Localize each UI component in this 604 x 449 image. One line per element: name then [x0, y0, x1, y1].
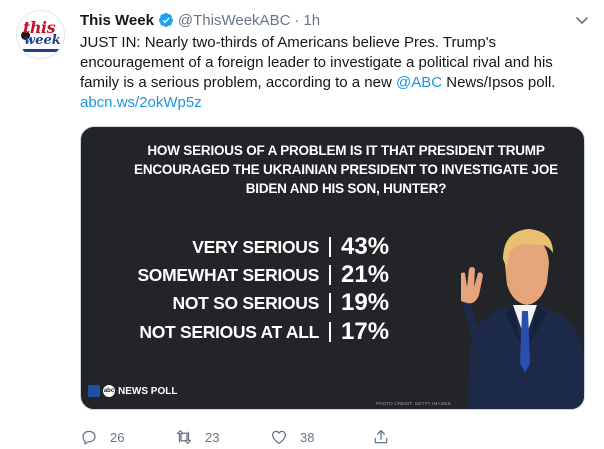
ipsos-logo-icon	[88, 385, 100, 397]
share-icon	[374, 429, 388, 444]
retweet-icon	[176, 429, 192, 445]
timestamp[interactable]: 1h	[303, 12, 320, 29]
url-link[interactable]: abcn.ws/2okWp5z	[80, 94, 202, 111]
poll-row: SOMEWHAT SERIOUS 21%	[137, 261, 401, 289]
verified-badge-icon	[158, 12, 173, 28]
photo-credit: PHOTO CREDIT: GETTY IMAGES	[376, 401, 451, 406]
poll-row-divider	[329, 293, 331, 313]
abc-logo-icon: abc	[103, 385, 115, 397]
tweet-actions: 26 23 38	[80, 428, 410, 446]
like-count: 38	[300, 429, 315, 445]
poll-row-divider	[329, 265, 331, 285]
reply-button[interactable]: 26	[80, 428, 124, 446]
display-name[interactable]: This Week	[80, 12, 154, 29]
poll-row: VERY SERIOUS 43%	[192, 233, 401, 261]
poll-row-label: VERY SERIOUS	[192, 236, 319, 257]
mention-link[interactable]: @ABC	[396, 74, 442, 91]
tweet-text: JUST IN: Nearly two-thirds of Americans …	[80, 33, 580, 113]
president-photo	[461, 229, 584, 409]
poll-row-label: NOT SERIOUS AT ALL	[139, 321, 319, 342]
avatar-stripe	[23, 49, 60, 52]
retweet-count: 23	[205, 429, 220, 445]
share-button[interactable]	[372, 428, 402, 446]
chevron-down-icon[interactable]	[574, 12, 590, 28]
news-poll-logo: abc NEWS POLL	[88, 385, 177, 397]
avatar-brand-bottom: week	[24, 33, 61, 48]
news-poll-label: NEWS POLL	[118, 385, 178, 397]
tweet-header: This Week @ThisWeekABC · 1h	[80, 10, 320, 30]
user-handle[interactable]: @ThisWeekABC	[178, 12, 290, 29]
poll-row-value: 21%	[341, 261, 390, 288]
like-button[interactable]: 38	[270, 428, 314, 446]
poll-row-divider	[329, 322, 331, 342]
poll-row-value: 19%	[341, 289, 390, 316]
poll-row-divider	[329, 237, 331, 257]
poll-row-label: SOMEWHAT SERIOUS	[137, 264, 319, 285]
reply-icon	[82, 430, 96, 445]
profile-avatar[interactable]: this week	[16, 10, 65, 59]
poll-row-value: 43%	[341, 233, 390, 260]
like-icon	[271, 430, 287, 445]
poll-question: How serious of a problem is it that Pres…	[134, 143, 558, 196]
poll-row: NOT SO SERIOUS 19%	[172, 289, 401, 317]
poll-row: NOT SERIOUS AT ALL 17%	[139, 318, 401, 346]
poll-row-label: NOT SO SERIOUS	[172, 292, 319, 313]
reply-count: 26	[110, 429, 125, 445]
poll-image-card[interactable]: How serious of a problem is it that Pres…	[80, 126, 585, 410]
retweet-button[interactable]: 23	[175, 428, 219, 446]
tweet-text-after: News/Ipsos poll.	[442, 74, 556, 91]
separator-dot: ·	[294, 11, 300, 29]
poll-row-value: 17%	[341, 318, 390, 345]
